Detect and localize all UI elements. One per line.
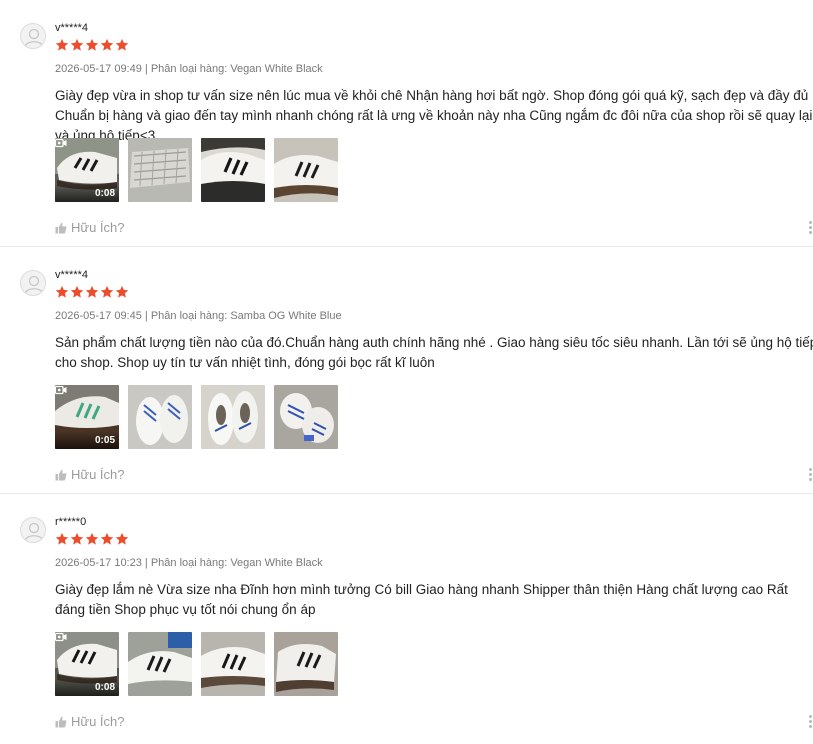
- star-icon: [100, 532, 114, 545]
- review-image-thumbnail[interactable]: [201, 138, 265, 202]
- review-meta: 2026-05-17 10:23 | Phân loại hàng: Vegan…: [55, 557, 323, 569]
- review-image-thumbnail[interactable]: [274, 138, 338, 202]
- star-icon: [115, 38, 129, 51]
- reviewer-username: v*****4: [55, 269, 89, 281]
- review-media: 0:05: [55, 385, 338, 449]
- helpful-button[interactable]: Hữu Ích?: [55, 714, 125, 729]
- rating-stars: [55, 285, 129, 299]
- review-content: Giày đẹp vừa in shop tư vấn size nên lúc…: [55, 88, 813, 143]
- review-image-thumbnail[interactable]: [274, 385, 338, 449]
- video-duration: 0:08: [94, 682, 115, 693]
- star-icon: [100, 38, 114, 51]
- star-icon: [55, 532, 69, 545]
- helpful-button[interactable]: Hữu Ích?: [55, 220, 125, 235]
- reviewer-username: r*****0: [55, 516, 87, 528]
- video-duration: 0:08: [94, 188, 115, 199]
- rating-stars: [55, 532, 129, 546]
- review-meta: 2026-05-17 09:49 | Phân loại hàng: Vegan…: [55, 63, 323, 75]
- review-item: v*****4 2026-05-17 09:45 | Phân loại hàn…: [0, 247, 813, 494]
- more-vertical-icon[interactable]: [809, 221, 813, 235]
- star-icon: [85, 532, 99, 545]
- review-image-thumbnail[interactable]: [274, 632, 338, 696]
- review-meta: 2026-05-17 09:45 | Phân loại hàng: Samba…: [55, 310, 342, 322]
- thumb-up-icon: [55, 469, 67, 480]
- more-vertical-icon[interactable]: [809, 468, 813, 482]
- review-image-thumbnail[interactable]: [128, 385, 192, 449]
- video-camera-icon: [55, 385, 67, 395]
- rating-stars: [55, 38, 129, 52]
- reviews-list: v*****4 2026-05-17 09:49 | Phân loại hàn…: [0, 0, 813, 741]
- star-icon: [85, 285, 99, 298]
- review-item: r*****0 2026-05-17 10:23 | Phân loại hàn…: [0, 494, 813, 741]
- review-image-thumbnail[interactable]: [201, 632, 265, 696]
- more-vertical-icon[interactable]: [809, 715, 813, 729]
- review-image-thumbnail[interactable]: [128, 632, 192, 696]
- star-icon: [85, 38, 99, 51]
- helpful-label: Hữu Ích?: [71, 467, 125, 482]
- video-camera-icon: [55, 138, 67, 148]
- default-user-avatar-icon[interactable]: [20, 23, 46, 49]
- review-item: v*****4 2026-05-17 09:49 | Phân loại hàn…: [0, 0, 813, 247]
- star-icon: [115, 532, 129, 545]
- star-icon: [70, 285, 84, 298]
- review-media: 0:08: [55, 138, 338, 202]
- star-icon: [100, 285, 114, 298]
- helpful-label: Hữu Ích?: [71, 220, 125, 235]
- review-image-thumbnail[interactable]: [128, 138, 192, 202]
- default-user-avatar-icon[interactable]: [20, 270, 46, 296]
- star-icon: [70, 38, 84, 51]
- review-media: 0:08: [55, 632, 338, 696]
- helpful-button[interactable]: Hữu Ích?: [55, 467, 125, 482]
- helpful-label: Hữu Ích?: [71, 714, 125, 729]
- star-icon: [55, 38, 69, 51]
- review-content: Giày đẹp lắm nè Vừa size nha Đĩnh hơn mì…: [55, 582, 788, 617]
- review-video-thumbnail[interactable]: 0:08: [55, 138, 119, 202]
- thumb-up-icon: [55, 716, 67, 727]
- review-video-thumbnail[interactable]: 0:05: [55, 385, 119, 449]
- review-content: Sản phẩm chất lượng tiền nào của đó.Chuẩ…: [55, 335, 813, 370]
- star-icon: [55, 285, 69, 298]
- review-video-thumbnail[interactable]: 0:08: [55, 632, 119, 696]
- thumb-up-icon: [55, 222, 67, 233]
- reviewer-username: v*****4: [55, 22, 89, 34]
- star-icon: [115, 285, 129, 298]
- review-image-thumbnail[interactable]: [201, 385, 265, 449]
- star-icon: [70, 532, 84, 545]
- default-user-avatar-icon[interactable]: [20, 517, 46, 543]
- video-camera-icon: [55, 632, 67, 642]
- video-duration: 0:05: [94, 435, 115, 446]
